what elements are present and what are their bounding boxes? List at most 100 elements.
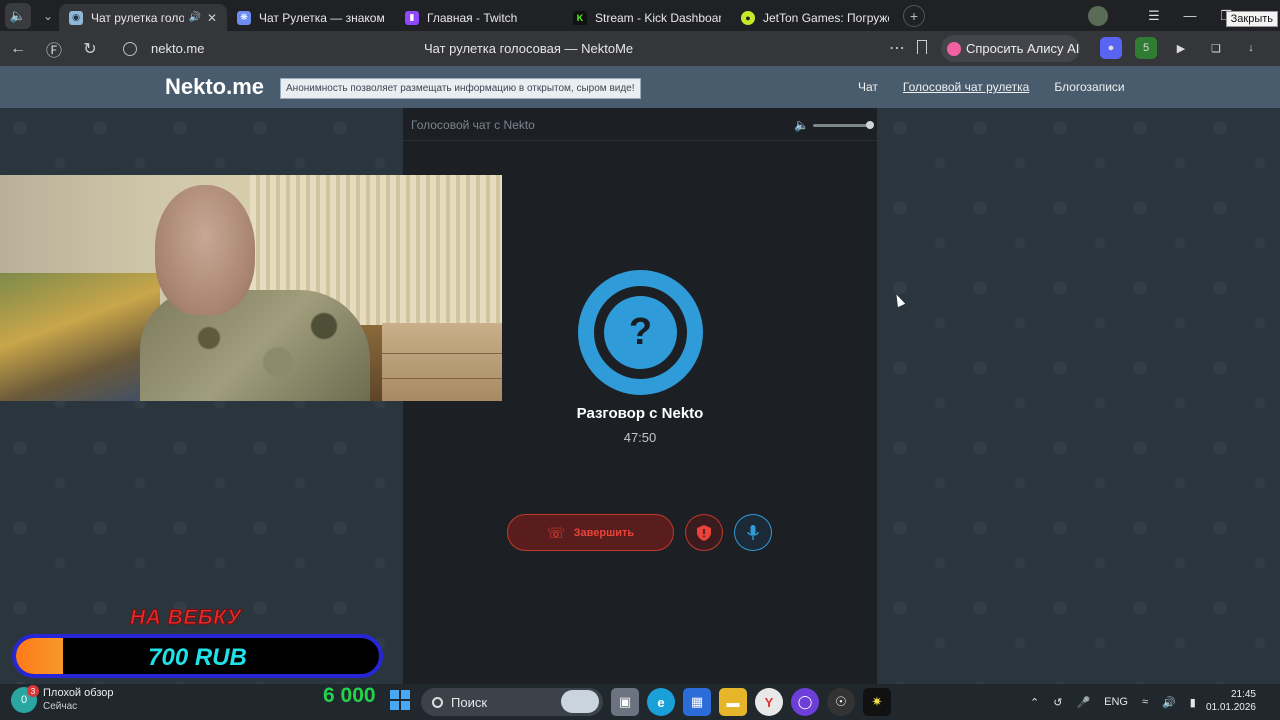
address-bar: ← Ⓕ ↻ nekto.me Чат рулетка голосовая — N… (0, 31, 1280, 66)
yandex-home-icon[interactable]: Ⓕ (36, 31, 72, 66)
reload-icon[interactable]: ↻ (72, 31, 108, 66)
tab-audio-icon[interactable]: 🔊 (188, 12, 200, 23)
new-tab-button[interactable]: + (903, 4, 925, 27)
alice-label: Спросить Алису AI (966, 41, 1080, 56)
tab-jetton[interactable]: ● JetTon Games: Погружени (731, 4, 899, 31)
money-counter: 6 000 (323, 684, 376, 707)
play-icon[interactable]: ▶ (1170, 37, 1192, 59)
volume-slider[interactable]: 🔈 (794, 118, 874, 132)
taskbar-search[interactable]: Поиск (421, 688, 603, 716)
store-icon[interactable]: ▦ (683, 688, 711, 716)
microphone-icon (747, 524, 759, 540)
browser-tab-strip: 🔈 ⌄ ◉ Чат рулетка голосо 🔊 ✕ ❋ Чат Рулет… (0, 0, 1280, 31)
clock[interactable]: 21:45 01.01.2026 (1206, 688, 1256, 714)
weather-title: Плохой обзор (43, 687, 114, 699)
language-indicator[interactable]: ENG (1104, 696, 1128, 708)
chat-header: Голосовой чат с Nekto 🔈 (403, 108, 877, 141)
bookmark-icon[interactable] (917, 40, 927, 54)
webcam-feed (0, 175, 502, 401)
mute-button[interactable] (734, 514, 772, 551)
tab-label: JetTon Games: Погружени (763, 10, 889, 25)
nav-voice-chat[interactable]: Голосовой чат рулетка (903, 80, 1029, 94)
weather-badge: 3 (27, 685, 39, 697)
site-info-icon[interactable] (123, 41, 137, 56)
taskbar-apps: ▣ e ▦ ▬ Y ◯ ☉ ✷ (611, 688, 899, 716)
system-tray: ⌃ ↺ 🎤 ENG ≈ 🔊 ▮ (1030, 684, 1210, 720)
tab-label: Чат Рулетка — знакомств (259, 10, 385, 25)
volume-knob[interactable] (866, 120, 874, 129)
report-button[interactable] (685, 514, 723, 551)
site-logo[interactable]: Nekto.me (165, 74, 264, 100)
tab-chatroulette[interactable]: ❋ Чат Рулетка — знакомств (227, 4, 395, 31)
yandex-browser-icon[interactable]: Y (755, 688, 783, 716)
nav-blog[interactable]: Блогозаписи (1054, 80, 1124, 94)
search-placeholder: Поиск (451, 694, 488, 710)
edge-icon[interactable]: e (647, 688, 675, 716)
more-icon[interactable]: ⋯ (889, 38, 905, 58)
chat-icon: ❋ (237, 10, 251, 25)
shield-icon (697, 524, 711, 541)
profile-avatar[interactable] (1088, 5, 1108, 26)
hangup-icon: ☏ (546, 524, 566, 542)
twitch-icon: ▮ (405, 10, 419, 25)
tab-nekto[interactable]: ◉ Чат рулетка голосо 🔊 ✕ (59, 4, 227, 31)
weather-temp: 0 (20, 694, 28, 706)
question-icon: ? (604, 296, 677, 369)
shield-extension-icon[interactable]: 5 (1135, 37, 1157, 59)
search-highlight-icon (561, 690, 599, 713)
call-timer: 47:50 (623, 430, 657, 445)
site-header: Nekto.me Анонимность позволяет размещать… (0, 66, 1280, 108)
discord-icon[interactable]: ● (1100, 37, 1122, 59)
page-title: Чат рулетка голосовая — NektoMe (424, 41, 634, 56)
url-field[interactable]: nekto.me Чат рулетка голосовая — NektoMe… (115, 34, 935, 63)
tab-label: Главная - Twitch (427, 10, 518, 25)
close-tab-icon[interactable]: ✕ (207, 11, 217, 25)
jetton-icon: ● (741, 10, 755, 25)
tray-expand-icon[interactable]: ⌃ (1030, 696, 1039, 709)
alice-app-icon[interactable]: ◯ (791, 688, 819, 716)
microphone-tray-icon[interactable]: 🎤 (1076, 696, 1090, 709)
donation-goal-amount: 700 RUB (148, 644, 247, 671)
windows-taskbar: 0 3 Плохой обзор Сейчас Поиск ▣ e ▦ ▬ Y … (0, 684, 1280, 720)
donation-goal-bar: 700 RUB (12, 634, 383, 678)
volume-icon: 🔈 (794, 118, 809, 132)
windows-start-icon[interactable] (390, 690, 410, 710)
collections-icon[interactable]: ❏ (1205, 37, 1227, 59)
volume-tray-icon[interactable]: 🔊 (1162, 696, 1176, 709)
chat-header-title: Голосовой чат с Nekto (411, 118, 535, 132)
battery-icon[interactable]: ▮ (1190, 696, 1196, 709)
minimize-icon[interactable]: — (1172, 8, 1208, 23)
streamer (140, 185, 370, 401)
end-call-label: Завершить (573, 526, 635, 539)
conversation-title: Разговор с Nekto (576, 405, 704, 422)
weather-subtitle: Сейчас (43, 701, 78, 712)
tabs-dropdown-icon[interactable]: ⌄ (37, 5, 59, 27)
nav-chat[interactable]: Чат (858, 80, 878, 94)
site-slogan: Анонимность позволяет размещать информац… (280, 78, 641, 99)
app-icon[interactable]: ✷ (863, 688, 891, 716)
sync-icon[interactable]: ↺ (1053, 696, 1062, 709)
weather-widget[interactable]: 0 3 (11, 685, 39, 713)
url-text: nekto.me (151, 41, 205, 56)
tab-label: Чат рулетка голосо (91, 10, 185, 25)
kick-icon: K (573, 10, 587, 25)
clock-time: 21:45 (1230, 689, 1256, 700)
clock-date: 01.01.2026 (1205, 702, 1256, 713)
volume-track[interactable] (813, 120, 874, 129)
speaker-icon[interactable]: 🔈 (5, 2, 31, 29)
menu-icon[interactable]: ☰ (1136, 8, 1172, 24)
obs-icon[interactable]: ☉ (827, 688, 855, 716)
search-icon (432, 696, 443, 708)
folder-icon[interactable]: ▬ (719, 688, 747, 716)
extensions: ● 5 ▶ ❏ ↓ (1100, 37, 1275, 59)
wifi-icon[interactable]: ≈ (1142, 696, 1148, 708)
end-call-button[interactable]: ☏ Завершить (507, 514, 674, 551)
alice-icon (947, 41, 961, 56)
tab-twitch[interactable]: ▮ Главная - Twitch (395, 4, 563, 31)
ask-alice-button[interactable]: Спросить Алису AI (941, 35, 1080, 62)
task-view-icon[interactable]: ▣ (611, 688, 639, 716)
back-icon[interactable]: ← (0, 31, 36, 66)
tab-label: Stream - Kick Dashboard (595, 10, 721, 25)
tab-kick[interactable]: K Stream - Kick Dashboard (563, 4, 731, 31)
download-icon[interactable]: ↓ (1240, 37, 1262, 59)
